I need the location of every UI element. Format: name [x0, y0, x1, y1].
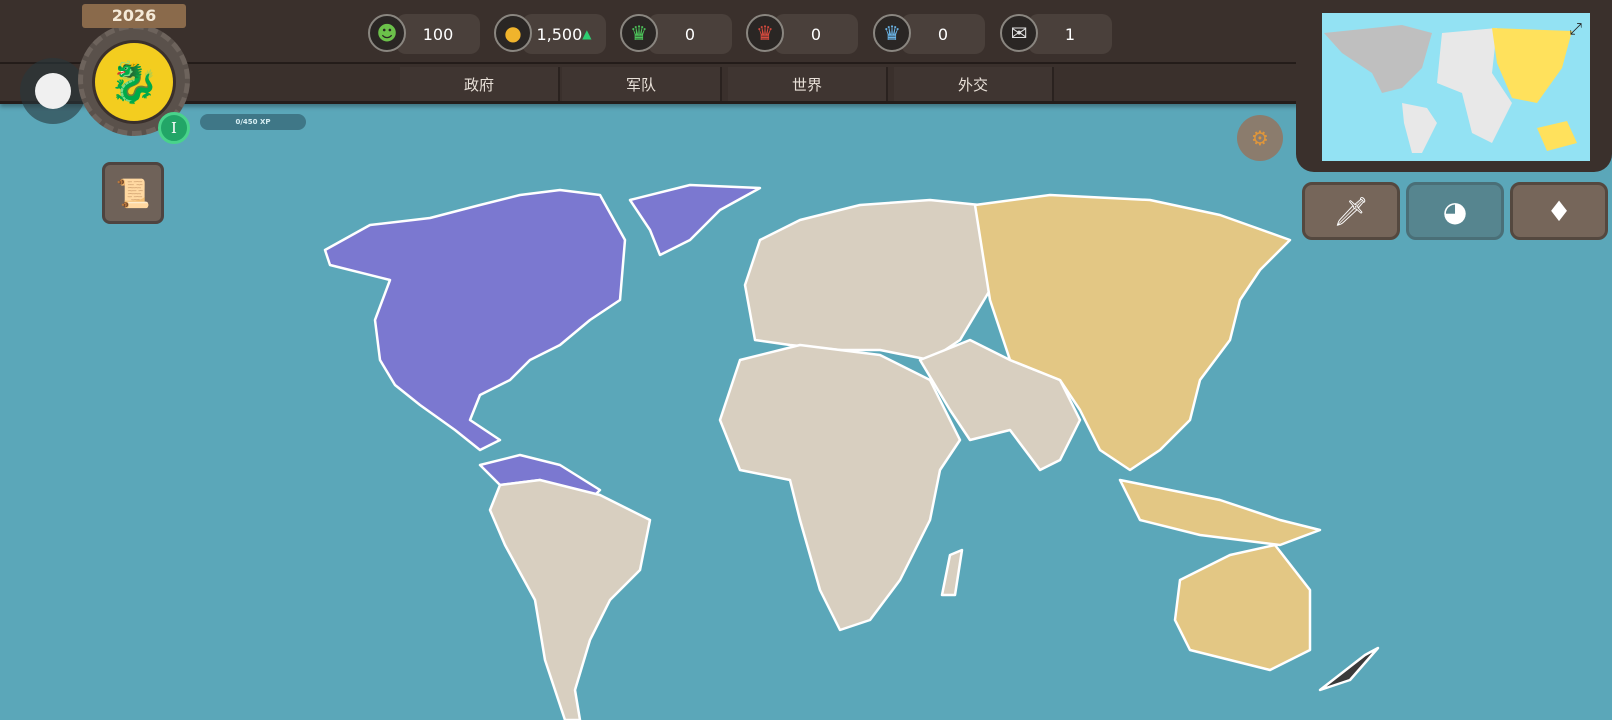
europe[interactable] — [743, 198, 992, 362]
happiness-value: 100 — [396, 14, 480, 54]
greenland[interactable] — [628, 183, 762, 257]
red-crown-icon: ♛ — [746, 14, 784, 52]
south-america[interactable] — [488, 478, 652, 720]
xp-bar: 0/450 XP — [200, 114, 306, 130]
money-amount: 1,500 — [536, 24, 583, 44]
level-badge: I — [158, 112, 190, 144]
settings-button[interactable]: ⚙ — [1237, 115, 1283, 161]
southeast-asia[interactable] — [1118, 478, 1322, 547]
scroll-icon: 📜 — [115, 176, 151, 210]
shop-button[interactable]: ♦ — [1510, 182, 1608, 240]
letter-icon: ✉ — [1000, 14, 1038, 52]
joystick-knob[interactable] — [35, 73, 71, 109]
blue-crown-icon: ♛ — [873, 14, 911, 52]
resource-diplomacy[interactable]: ✉ 1 — [1000, 12, 1118, 56]
diplomacy-value: 1 — [1028, 14, 1112, 54]
australia[interactable] — [1173, 543, 1312, 672]
minimap[interactable]: ⤢ — [1296, 0, 1612, 172]
north-america[interactable] — [323, 188, 627, 452]
tab-bar: 政府 军队 世界 外交 — [0, 64, 1300, 104]
resource-red-crown[interactable]: ♛ 0 — [746, 12, 864, 56]
resource-blue-crown[interactable]: ♛ 0 — [873, 12, 991, 56]
tab-military[interactable]: 军队 — [562, 67, 722, 101]
money-value: 1,500 ▲ — [522, 14, 606, 54]
tab-world[interactable]: 世界 — [728, 67, 888, 101]
resource-money[interactable]: ● 1,500 ▲ — [494, 12, 612, 56]
minimap-world — [1324, 25, 1577, 153]
scroll-button[interactable]: 📜 — [102, 162, 164, 224]
resource-green-crown[interactable]: ♛ 0 — [620, 12, 738, 56]
world-button[interactable]: ◕ — [1406, 182, 1504, 240]
tab-diplomacy[interactable]: 外交 — [894, 67, 1054, 101]
country-flag[interactable]: 🐉 — [92, 40, 176, 124]
globe-icon: ◕ — [1442, 194, 1468, 228]
resource-bar: ☻ 100 ● 1,500 ▲ ♛ 0 ♛ 0 ♛ 0 ✉ 1 — [0, 0, 1300, 64]
war-button[interactable]: 🗡 — [1302, 182, 1400, 240]
joystick[interactable] — [20, 58, 86, 124]
arrow-up-icon: ▲ — [582, 27, 592, 41]
madagascar[interactable] — [940, 548, 964, 597]
gear-icon: ⚙ — [1251, 126, 1269, 150]
smiley-icon: ☻ — [368, 14, 406, 52]
expand-icon[interactable]: ⤢ — [1569, 19, 1582, 39]
red-crown-value: 0 — [774, 14, 858, 54]
tab-government[interactable]: 政府 — [400, 67, 560, 101]
year-banner: 2026 — [82, 4, 186, 28]
green-crown-icon: ♛ — [620, 14, 658, 52]
dragon-icon: 🐉 — [109, 59, 159, 106]
diamond-icon: ♦ — [1546, 194, 1572, 228]
resource-happiness[interactable]: ☻ 100 — [368, 12, 486, 56]
new-zealand[interactable] — [1318, 646, 1380, 692]
africa[interactable] — [718, 343, 962, 632]
gold-coins-icon: ● — [494, 14, 532, 52]
green-crown-value: 0 — [648, 14, 732, 54]
sword-icon: 🗡 — [1333, 194, 1369, 228]
blue-crown-value: 0 — [901, 14, 985, 54]
